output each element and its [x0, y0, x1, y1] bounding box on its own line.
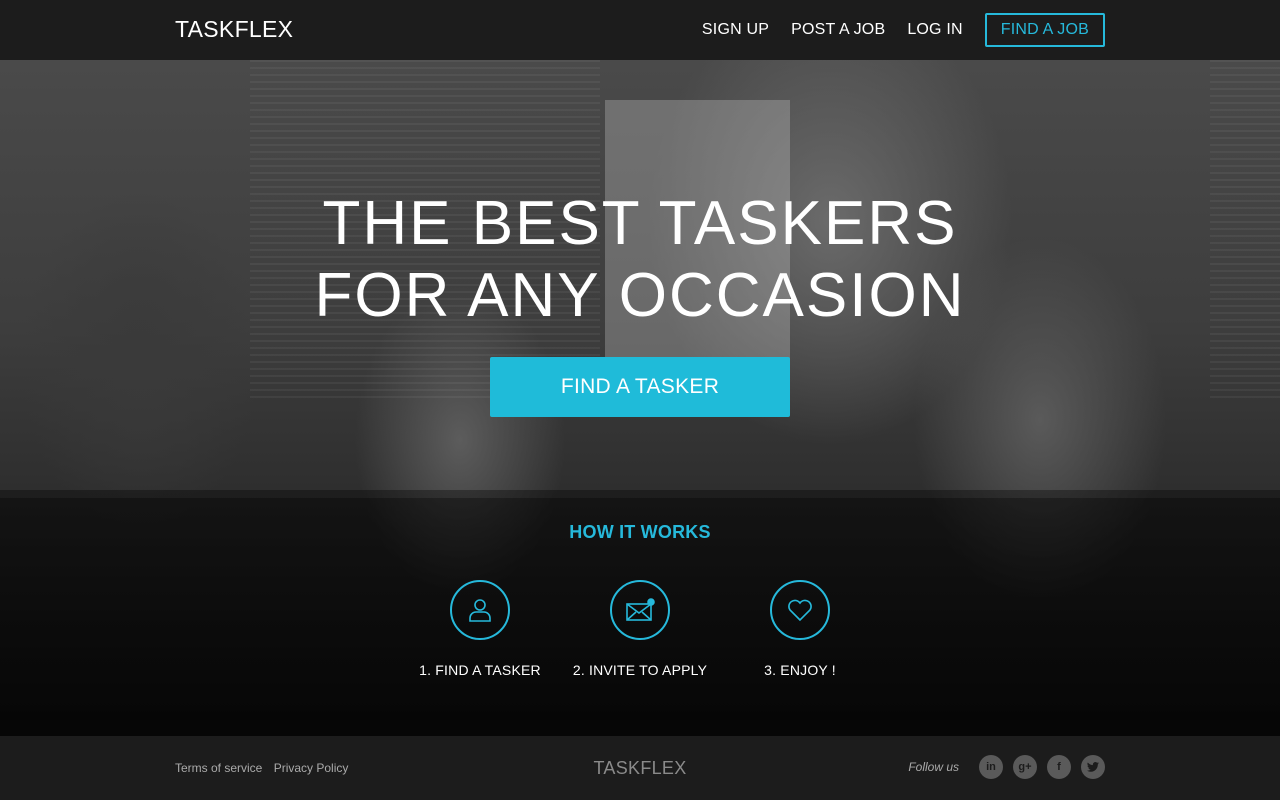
- how-it-works-title: HOW IT WORKS: [569, 522, 711, 542]
- follow-us-label: Follow us: [908, 760, 959, 774]
- step-label: 3. ENJOY !: [764, 662, 836, 678]
- main-nav: SIGN UP POST A JOB LOG IN FIND A JOB: [680, 13, 1105, 47]
- step-label: 1. FIND A TASKER: [419, 662, 541, 678]
- social-links: Follow us in g+ f: [908, 755, 1105, 779]
- step-invite-to-apply: 2. INVITE TO APPLY: [560, 580, 720, 678]
- step-enjoy: 3. ENJOY !: [720, 580, 880, 678]
- hero-title-line-1: THE BEST TASKERS: [322, 189, 958, 258]
- terms-of-service-link[interactable]: Terms of service: [175, 761, 262, 775]
- hero-section: THE BEST TASKERS FOR ANY OCCASION FIND A…: [0, 60, 1280, 736]
- nav-sign-up[interactable]: SIGN UP: [702, 21, 769, 39]
- footer: Terms of service Privacy Policy TASKFLEX…: [0, 736, 1280, 800]
- navbar: TASKFLEX SIGN UP POST A JOB LOG IN FIND …: [0, 0, 1280, 60]
- heart-icon: [770, 580, 830, 640]
- brand-logo[interactable]: TASKFLEX: [175, 16, 293, 43]
- footer-links: Terms of service Privacy Policy: [175, 761, 356, 775]
- twitter-icon[interactable]: [1081, 755, 1105, 779]
- nav-log-in[interactable]: LOG IN: [907, 21, 962, 39]
- find-a-job-button[interactable]: FIND A JOB: [984, 13, 1105, 47]
- nav-post-a-job[interactable]: POST A JOB: [791, 21, 885, 39]
- hero-title: THE BEST TASKERS FOR ANY OCCASION: [0, 188, 1280, 332]
- step-label: 2. INVITE TO APPLY: [572, 662, 708, 678]
- envelope-icon: [610, 580, 670, 640]
- facebook-icon[interactable]: f: [1047, 755, 1071, 779]
- linkedin-icon[interactable]: in: [979, 755, 1003, 779]
- find-a-tasker-button[interactable]: FIND A TASKER: [490, 357, 790, 417]
- step-find-a-tasker: 1. FIND A TASKER: [400, 580, 560, 678]
- user-icon: [450, 580, 510, 640]
- hero-title-line-2: FOR ANY OCCASION: [314, 261, 966, 330]
- privacy-policy-link[interactable]: Privacy Policy: [274, 761, 349, 775]
- google-plus-icon[interactable]: g+: [1013, 755, 1037, 779]
